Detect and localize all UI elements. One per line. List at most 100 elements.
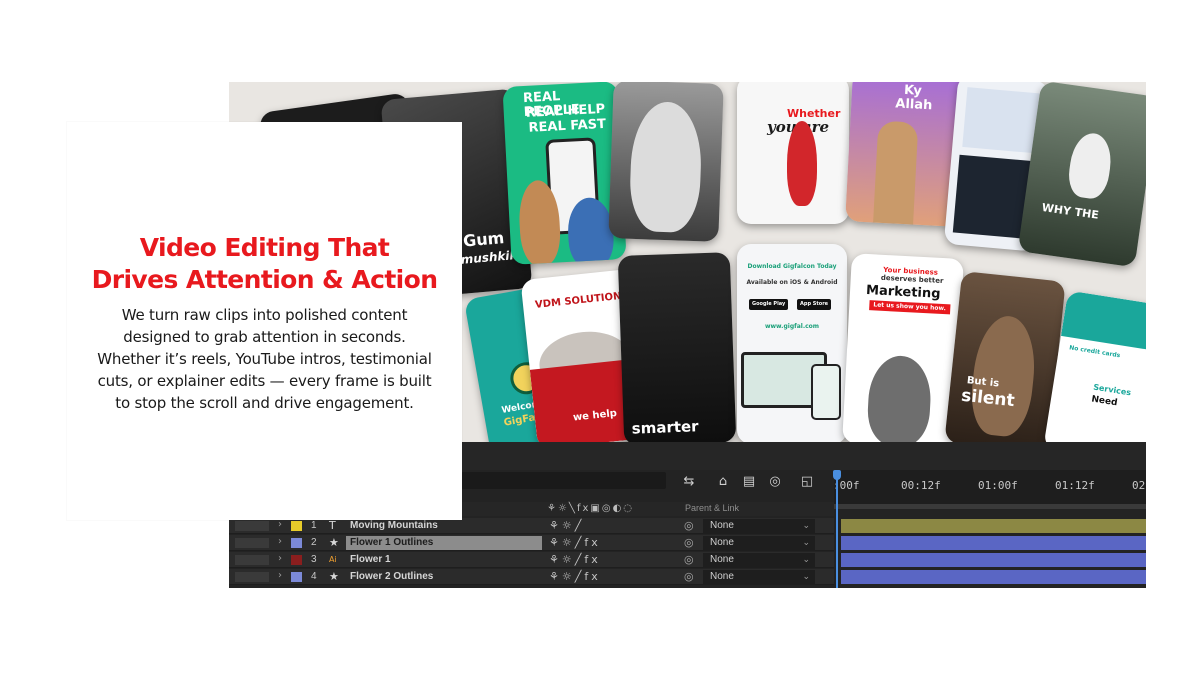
thumbnail-marketing: Your business deserves better Marketing … [842, 253, 964, 442]
layer-switches[interactable]: ⚘☼╱fx [549, 536, 601, 549]
label-color-swatch[interactable] [291, 521, 302, 531]
chevron-down-icon: ⌄ [802, 555, 810, 565]
layer-name[interactable]: Flower 1 [346, 553, 542, 567]
thumbnail-why-the: WHY THE [1017, 82, 1146, 268]
woman-figure [866, 354, 933, 442]
layer-row-1[interactable]: › 1 T Moving Mountains ⚘☼╱ ◎ None ⌄ [229, 518, 1146, 534]
vdm-text: VDM SOLUTIONS [534, 290, 630, 311]
twirl-arrow-icon[interactable]: › [278, 536, 282, 547]
smarter-text: smarter [631, 417, 699, 438]
chevron-down-icon: ⌄ [802, 538, 810, 548]
layer-name[interactable]: Moving Mountains [346, 519, 542, 533]
gum-title: Gum [462, 228, 506, 251]
layer-switches[interactable]: ⚘☼╱fx [549, 570, 601, 583]
why-the-text: WHY THE [1040, 200, 1100, 222]
text-layer-icon: T [329, 519, 336, 532]
hero-description: We turn raw clips into polished content … [97, 306, 432, 412]
layer-row-4[interactable]: › 4 ★ Flower 2 Outlines ⚘☼╱fx ◎ None ⌄ [229, 569, 1146, 585]
marketing-text: Marketing [865, 282, 941, 302]
silent-text: silent [960, 385, 1016, 412]
thumbnail-download-app: Download Gigfalcon Today Available on iO… [737, 244, 847, 442]
headline-line-1: Video Editing That [139, 233, 390, 262]
phone-mockup-2 [811, 364, 841, 420]
download-url: www.gigfal.com [764, 323, 820, 330]
allah-text: Allah [894, 96, 933, 114]
chevron-down-icon: ⌄ [802, 521, 810, 531]
thumbnail-whether-runner: Whether you are [737, 82, 849, 224]
layer-row-3[interactable]: › 3 Ai Flower 1 ⚘☼╱fx ◎ None ⌄ [229, 552, 1146, 568]
parent-dropdown[interactable]: None ⌄ [703, 519, 815, 533]
shy-layers-icon[interactable]: ⇆ [681, 475, 697, 489]
screen-grid [962, 87, 1040, 154]
man-figure [566, 196, 615, 265]
visibility-toggle[interactable] [235, 538, 269, 548]
layer-duration-bar[interactable] [841, 536, 1146, 550]
download-title: Download Gigfalcon Today [747, 263, 837, 270]
pick-whip-icon[interactable]: ◎ [684, 519, 694, 532]
work-area-bar[interactable] [834, 504, 1146, 509]
layer-number: 2 [311, 537, 317, 548]
layer-row-2[interactable]: › 2 ★ Flower 1 Outlines ⚘☼╱fx ◎ None ⌄ [229, 535, 1146, 551]
time-ruler[interactable]: :00f 00:12f 01:00f 01:12f 02 [833, 470, 1146, 504]
parent-value: None [710, 554, 734, 565]
runner-figure [787, 121, 817, 206]
boy-figure [628, 100, 704, 234]
need-text: Need [1090, 394, 1119, 409]
chevron-down-icon: ⌄ [802, 572, 810, 582]
pick-whip-icon[interactable]: ◎ [684, 553, 694, 566]
hero-headline: Video Editing That Drives Attention & Ac… [81, 232, 448, 296]
shape-layer-star-icon: ★ [329, 570, 339, 583]
layer-number: 4 [311, 571, 317, 582]
tick-3: 01:12f [1055, 479, 1095, 492]
minaret-shape [873, 120, 919, 225]
let-us-text: Let us show you how. [869, 300, 951, 315]
thumbnail-boy-portrait [608, 82, 724, 242]
layer-number: 3 [311, 554, 317, 565]
illustrator-file-icon: Ai [329, 555, 337, 564]
label-color-swatch[interactable] [291, 572, 302, 582]
tick-4: 02 [1132, 479, 1146, 492]
pick-whip-icon[interactable]: ◎ [684, 570, 694, 583]
thumbnail-real-people: REAL PEOPLE REAL HELP REAL FAST [502, 82, 627, 265]
bird-figure [1065, 130, 1115, 201]
twirl-arrow-icon[interactable]: › [278, 553, 282, 564]
parent-value: None [710, 537, 734, 548]
parent-value: None [710, 520, 734, 531]
parent-dropdown[interactable]: None ⌄ [703, 570, 815, 584]
parent-link-header: Parent & Link [685, 503, 740, 513]
teal-header [1060, 290, 1146, 354]
download-subtitle: Available on iOS & Android [746, 279, 838, 286]
composition-flowchart-icon[interactable]: ◱ [799, 475, 815, 489]
visibility-toggle[interactable] [235, 555, 269, 565]
headline-line-2: Drives Attention & Action [91, 265, 438, 294]
label-color-swatch[interactable] [291, 538, 302, 548]
layer-duration-bar[interactable] [841, 570, 1146, 584]
parent-value: None [710, 571, 734, 582]
parent-dropdown[interactable]: None ⌄ [703, 536, 815, 550]
thumbnail-dark-smarter: smarter [617, 252, 737, 442]
layer-switches[interactable]: ⚘☼╱fx [549, 553, 601, 566]
tick-2: 01:00f [978, 479, 1018, 492]
label-color-swatch[interactable] [291, 555, 302, 565]
pick-whip-icon[interactable]: ◎ [684, 536, 694, 549]
frame-blending-icon[interactable]: ⌂ [715, 475, 731, 489]
layer-duration-bar[interactable] [841, 553, 1146, 567]
layer-number: 1 [311, 520, 317, 531]
parent-dropdown[interactable]: None ⌄ [703, 553, 815, 567]
no-credit-text: No credit cards [1068, 344, 1121, 360]
visibility-toggle[interactable] [235, 521, 269, 531]
motion-blur-icon[interactable]: ▤ [741, 475, 757, 489]
app-store-badge: App Store [797, 299, 832, 311]
twirl-arrow-icon[interactable]: › [278, 570, 282, 581]
real-people-line3: REAL FAST [528, 116, 607, 136]
layer-search-input[interactable] [461, 472, 666, 489]
layer-switches[interactable]: ⚘☼╱ [549, 519, 584, 532]
graph-editor-icon[interactable]: ◎ [767, 475, 783, 489]
layer-duration-bar[interactable] [841, 519, 1146, 533]
twirl-arrow-icon[interactable]: › [278, 519, 282, 530]
playhead[interactable] [833, 470, 841, 588]
visibility-toggle[interactable] [235, 572, 269, 582]
switches-header: ⚘☼╲fx▣◎◐◌ [547, 503, 635, 514]
layer-name[interactable]: Flower 2 Outlines [346, 570, 542, 584]
layer-name[interactable]: Flower 1 Outlines [346, 536, 542, 550]
